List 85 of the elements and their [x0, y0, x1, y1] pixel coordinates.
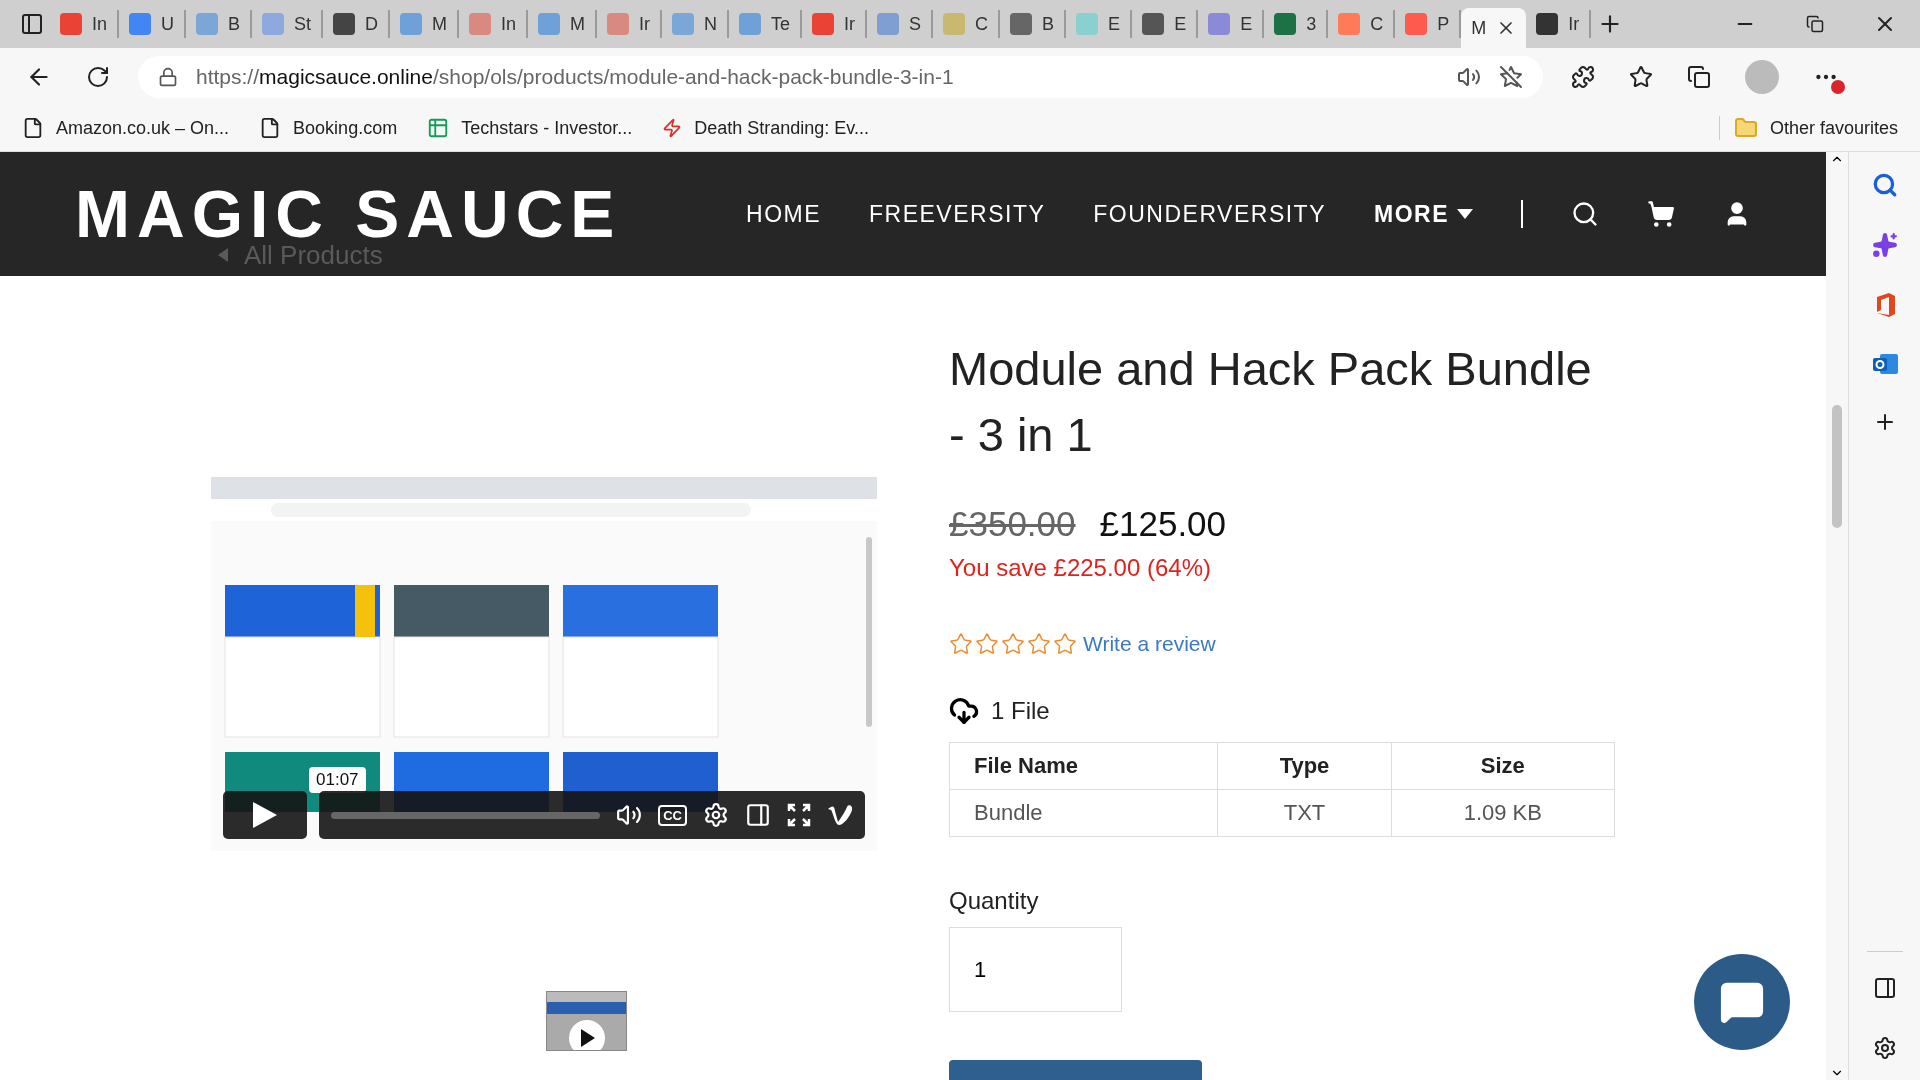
page-icon [22, 117, 44, 139]
restore-icon[interactable] [1806, 15, 1824, 33]
star-icon[interactable] [975, 632, 999, 656]
original-price: £350.00 [949, 504, 1076, 544]
play-icon [253, 802, 277, 828]
browser-tab[interactable]: M [1461, 8, 1527, 48]
table-cell: Bundle [949, 789, 1218, 837]
browser-tab[interactable]: M [390, 10, 460, 38]
cart-icon[interactable] [1647, 200, 1675, 228]
collections-icon[interactable] [1687, 64, 1711, 89]
folder-icon [1733, 116, 1758, 140]
browser-tab[interactable]: In [50, 10, 119, 38]
address-bar[interactable]: https://magicsauce.online/shop/ols/products/module-and-hack-pack-bundle-3-in-1 [138, 55, 1543, 98]
table-cell: 1.09 KB [1391, 789, 1615, 837]
browser-tab[interactable]: C [933, 10, 1001, 38]
settings-icon[interactable] [1872, 1036, 1897, 1060]
other-favourites-link[interactable]: Other favourites [1718, 116, 1898, 140]
cloud-download-icon [949, 696, 979, 726]
nav-link[interactable]: MORE [1374, 200, 1473, 228]
savings-text: You save £225.00 (64%) [949, 554, 1212, 582]
browser-tab[interactable]: N [662, 10, 730, 38]
bookmark-link[interactable]: Amazon.co.uk – On... [22, 117, 230, 139]
browser-tab[interactable]: Ir [597, 10, 663, 38]
bolt-icon [662, 118, 683, 138]
browser-tab[interactable]: E [1198, 10, 1265, 38]
tab-actions-icon[interactable] [20, 12, 44, 36]
browser-tab[interactable]: S [867, 10, 934, 38]
browser-tab[interactable]: B [1000, 10, 1067, 38]
browser-tab[interactable]: In [459, 10, 529, 38]
star-icon[interactable] [949, 632, 973, 656]
bookmark-link[interactable]: Techstars - Investor... [427, 117, 633, 139]
browser-tab[interactable]: E [1132, 10, 1199, 38]
column-header: Size [1391, 742, 1615, 790]
reload-icon[interactable] [86, 64, 110, 89]
browser-tab[interactable]: B [186, 10, 253, 38]
browser-tab[interactable]: E [1066, 10, 1133, 38]
star-icon[interactable] [1053, 632, 1077, 656]
video-thumbnail[interactable] [546, 991, 627, 1051]
lock-icon [158, 66, 178, 87]
bookmark-link[interactable]: Death Stranding: Ev... [662, 117, 869, 139]
captions-button[interactable]: CC [658, 804, 687, 826]
sidebar-icon[interactable] [1872, 976, 1897, 1000]
browser-tab[interactable]: 3 [1264, 10, 1329, 38]
quantity-field[interactable]: 1 [949, 927, 1122, 1012]
browser-tab[interactable]: M [528, 10, 598, 38]
quantity-label: Quantity [949, 887, 1040, 915]
write-review-link[interactable]: Write a review [1083, 632, 1216, 656]
nav-link[interactable]: FREEVERSITY [869, 200, 1046, 228]
url-text: https://magicsauce.online/shop/ols/products/module-and-hack-pack-bundle-3-in-1 [196, 64, 955, 89]
sale-price: £125.00 [1099, 504, 1227, 544]
browser-tab[interactable]: D [323, 10, 391, 38]
timestamp-tooltip: 01:07 [309, 767, 366, 793]
browser-tab[interactable]: St [252, 10, 324, 38]
browser-tab[interactable]: P [1395, 10, 1462, 38]
star-icon[interactable] [1001, 632, 1025, 656]
browser-tab[interactable]: U [119, 10, 186, 38]
v-logo-icon[interactable] [827, 804, 853, 826]
sparkle-icon[interactable] [1871, 232, 1898, 258]
browser-tab[interactable]: C [1328, 10, 1396, 38]
puzzle-icon[interactable] [1571, 64, 1595, 89]
play-button[interactable] [223, 791, 307, 839]
browser-tab[interactable]: Te [729, 10, 803, 38]
file-count: 1 File [991, 697, 1050, 725]
fullscreen-icon[interactable] [787, 803, 811, 827]
star-icon[interactable] [1027, 632, 1051, 656]
bookmark-link[interactable]: Booking.com [259, 117, 398, 139]
column-header: Type [1217, 742, 1392, 790]
caret-icon [1457, 209, 1473, 219]
notification-badge [1831, 79, 1845, 94]
volume-icon[interactable] [616, 802, 643, 828]
browser-tab[interactable]: Ir [802, 10, 868, 38]
star-icon[interactable] [1629, 64, 1653, 89]
mail-icon[interactable] [1871, 352, 1898, 376]
product-title: Module and Hack Pack Bundle - 3 in 1 [949, 341, 1593, 463]
caret-icon [218, 248, 228, 262]
scrollbar-thumb[interactable] [1832, 404, 1842, 528]
table-cell: TXT [1217, 789, 1392, 837]
search-icon[interactable] [1571, 200, 1599, 228]
settings-icon[interactable] [703, 802, 729, 828]
sheet-icon [427, 117, 450, 139]
browser-tab[interactable]: Ir [1526, 10, 1592, 38]
nav-link[interactable]: FOUNDERVERSITY [1093, 200, 1326, 228]
nav-link[interactable]: HOME [746, 200, 821, 228]
play-icon [568, 1020, 605, 1050]
column-header: File Name [949, 742, 1218, 790]
